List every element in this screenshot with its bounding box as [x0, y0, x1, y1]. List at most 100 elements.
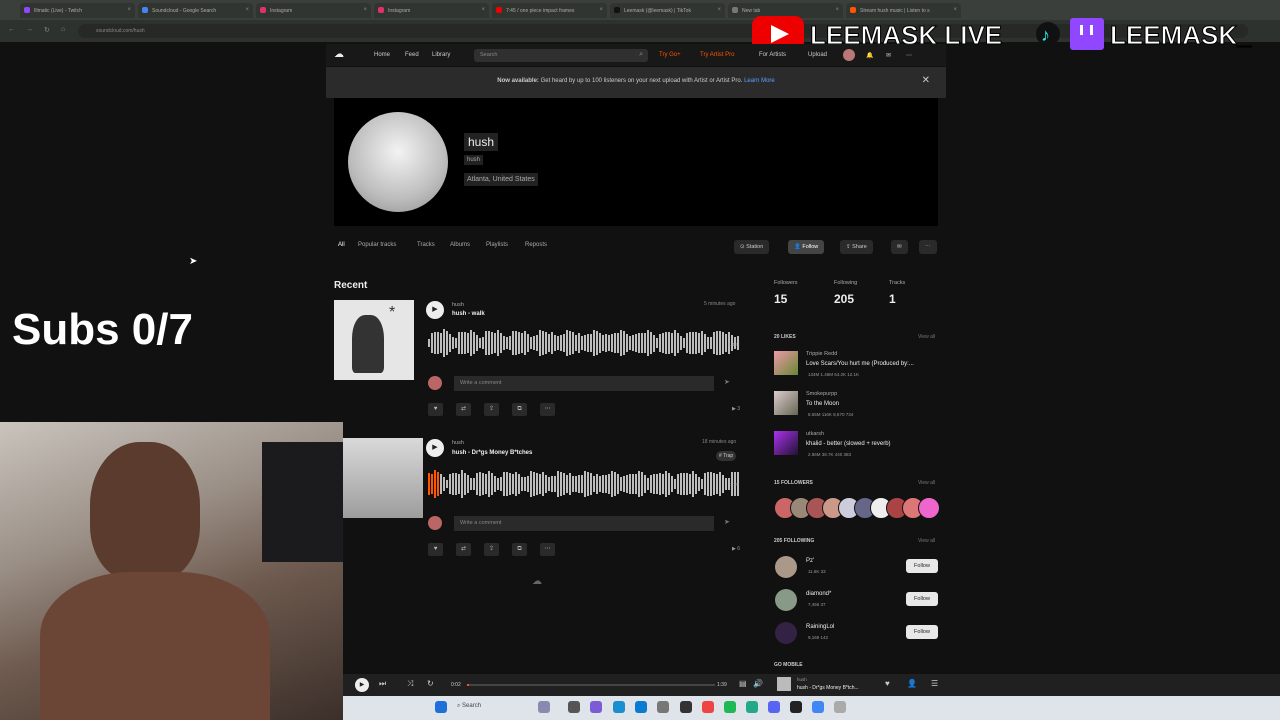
- tab-popular-tracks[interactable]: Popular tracks: [358, 242, 396, 248]
- user-avatar[interactable]: [843, 49, 855, 61]
- avatar[interactable]: [775, 622, 797, 644]
- browser-tab[interactable]: 7:45 / one piece impact frames ×: [492, 3, 607, 18]
- close-tab-icon[interactable]: ×: [127, 7, 131, 13]
- player-follow-icon[interactable]: 👤: [907, 679, 917, 688]
- start-icon[interactable]: [435, 701, 447, 713]
- files-icon[interactable]: [568, 701, 580, 713]
- home-icon[interactable]: ⌂: [61, 26, 65, 33]
- player-like-icon[interactable]: ♥: [885, 679, 890, 688]
- liked-artist[interactable]: utkarsh: [806, 431, 824, 437]
- send-icon[interactable]: ➤: [724, 518, 730, 526]
- repeat-icon[interactable]: ↻: [427, 679, 434, 688]
- now-playing-artist[interactable]: hush: [797, 677, 807, 682]
- close-icon[interactable]: ✕: [922, 75, 930, 86]
- obs-icon[interactable]: [680, 701, 692, 713]
- play-button[interactable]: ▶: [426, 439, 444, 457]
- more-icon[interactable]: ⋯: [540, 543, 555, 556]
- share-icon[interactable]: ⇪: [484, 543, 499, 556]
- liked-title[interactable]: To the Moon: [806, 401, 839, 407]
- store-icon[interactable]: [635, 701, 647, 713]
- next-up-icon[interactable]: ☰: [931, 679, 938, 688]
- copy-link-icon[interactable]: ⧉: [512, 403, 527, 416]
- liked-track[interactable]: Smokepurpp To the Moon 8.55M 116K 8,570 …: [774, 391, 944, 421]
- track-title[interactable]: hush - Dr*gs Money B*tches: [452, 450, 532, 456]
- app-icon[interactable]: [746, 701, 758, 713]
- browser-tab[interactable]: Leemask (@leemask) | TikTok ×: [610, 3, 725, 18]
- track-waveform[interactable]: [428, 327, 739, 359]
- tab-reposts[interactable]: Reposts: [525, 242, 547, 248]
- app-icon[interactable]: [790, 701, 802, 713]
- close-tab-icon[interactable]: ×: [245, 7, 249, 13]
- track-artist[interactable]: hush: [452, 302, 464, 308]
- like-icon[interactable]: ♥: [428, 543, 443, 556]
- tab-playlists[interactable]: Playlists: [486, 242, 508, 248]
- browser-tab[interactable]: Illmatic (Live) - Twitch ×: [20, 3, 135, 18]
- following-label[interactable]: Following: [834, 280, 857, 286]
- track-artwork[interactable]: *: [334, 300, 414, 380]
- liked-title[interactable]: khalid - better (slowed + reverb): [806, 441, 891, 447]
- taskview-icon[interactable]: [538, 701, 550, 713]
- tab-all[interactable]: All: [338, 242, 345, 248]
- app-icon[interactable]: [834, 701, 846, 713]
- try-artist-pro-link[interactable]: Try Artist Pro: [700, 52, 734, 58]
- next-icon[interactable]: ⏭: [379, 679, 386, 689]
- forward-icon[interactable]: →: [26, 26, 33, 33]
- spotify-icon[interactable]: [724, 701, 736, 713]
- tracks-count[interactable]: 1: [889, 292, 896, 306]
- track-artwork[interactable]: [343, 438, 423, 518]
- following-name[interactable]: diamond*: [806, 591, 831, 597]
- tab-albums[interactable]: Albums: [450, 242, 470, 248]
- following-name[interactable]: Pz': [806, 558, 814, 564]
- reload-icon[interactable]: ↻: [44, 26, 50, 34]
- app-icon[interactable]: [590, 701, 602, 713]
- comment-input[interactable]: Write a comment: [454, 516, 714, 531]
- more-icon[interactable]: ⋯: [906, 52, 912, 59]
- close-tab-icon[interactable]: ×: [599, 7, 603, 13]
- soundcloud-logo-icon[interactable]: ☁: [334, 49, 344, 60]
- avatar[interactable]: [775, 556, 797, 578]
- track-waveform[interactable]: [428, 468, 739, 500]
- more-icon[interactable]: ⋯: [540, 403, 555, 416]
- copy-link-icon[interactable]: ⧉: [512, 543, 527, 556]
- try-go-link[interactable]: Try Go+: [659, 52, 681, 58]
- following-count[interactable]: 205: [834, 292, 854, 306]
- repost-icon[interactable]: ⇄: [456, 403, 471, 416]
- follow-user-button[interactable]: Follow: [906, 559, 938, 573]
- progress-track[interactable]: [467, 684, 715, 686]
- search-icon[interactable]: ⌕: [639, 51, 643, 59]
- followers-view-all[interactable]: View all: [918, 480, 935, 486]
- close-tab-icon[interactable]: ×: [717, 7, 721, 13]
- follower-avatar[interactable]: [918, 497, 940, 519]
- comment-input[interactable]: Write a comment: [454, 376, 714, 391]
- brave-icon[interactable]: [702, 701, 714, 713]
- more-actions-button[interactable]: ⋯: [919, 240, 937, 254]
- nav-library[interactable]: Library: [432, 52, 450, 58]
- queue-icon[interactable]: ▤: [739, 679, 747, 688]
- liked-title[interactable]: Love Scars/You hurt me (Produced by:...: [806, 361, 914, 367]
- tab-tracks[interactable]: Tracks: [417, 242, 435, 248]
- avatar[interactable]: [775, 589, 797, 611]
- liked-track[interactable]: utkarsh khalid - better (slowed + reverb…: [774, 431, 944, 461]
- browser-tab[interactable]: Instagram ×: [256, 3, 371, 18]
- followers-label[interactable]: Followers: [774, 280, 798, 286]
- now-playing-artwork[interactable]: [777, 677, 791, 691]
- close-tab-icon[interactable]: ×: [481, 7, 485, 13]
- message-button[interactable]: ✉: [891, 240, 908, 254]
- follow-button[interactable]: 👤 Follow: [788, 240, 825, 254]
- close-tab-icon[interactable]: ×: [363, 7, 367, 13]
- for-artists-link[interactable]: For Artists: [759, 52, 786, 58]
- player-play-icon[interactable]: ▶: [355, 678, 369, 692]
- follow-user-button[interactable]: Follow: [906, 592, 938, 606]
- send-icon[interactable]: ➤: [724, 378, 730, 386]
- learn-more-link[interactable]: Learn More: [744, 78, 775, 84]
- likes-view-all[interactable]: View all: [918, 334, 935, 340]
- back-icon[interactable]: ←: [8, 26, 15, 33]
- nav-feed[interactable]: Feed: [405, 52, 419, 58]
- share-button[interactable]: ⇪ Share: [840, 240, 873, 254]
- edge-icon[interactable]: [613, 701, 625, 713]
- repost-icon[interactable]: ⇄: [456, 543, 471, 556]
- liked-artist[interactable]: Smokepurpp: [806, 391, 837, 397]
- station-button[interactable]: ⊙ Station: [734, 240, 770, 254]
- following-name[interactable]: RainingLol: [806, 624, 834, 630]
- messages-icon[interactable]: ✉: [886, 52, 891, 59]
